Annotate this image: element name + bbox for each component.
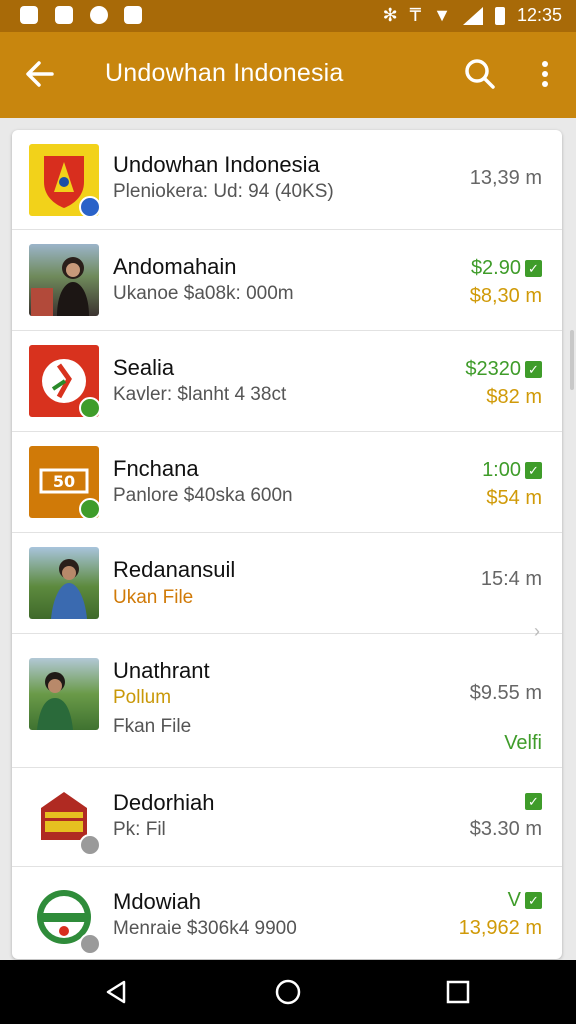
photo-thumbnail <box>29 658 99 730</box>
item-distance: $82 m <box>486 386 542 408</box>
list-item[interactable]: Mdowiah Menraie $306k4 9900 V ✓ 13,962 m <box>12 867 562 959</box>
notification-icon <box>124 6 142 24</box>
item-subtitle: Pollum <box>113 687 172 708</box>
logo-thumbnail <box>29 144 99 216</box>
scrollbar[interactable] <box>570 330 574 390</box>
nav-back-icon[interactable] <box>100 976 132 1008</box>
check-icon: ✓ <box>525 462 542 480</box>
check-icon: ✓ <box>525 793 542 811</box>
status-icons: ✻ ₸ ▼ 12:35 <box>383 5 562 26</box>
check-icon: ✓ <box>525 260 542 278</box>
location-badge-icon <box>79 196 99 216</box>
item-subtitle: Menraie $306k4 9900 <box>113 918 297 939</box>
list-item[interactable]: Andomahain Ukanoe $a08k: 000m $2.90 ✓ $8,… <box>12 230 562 331</box>
logo-thumbnail: 50 <box>29 446 99 518</box>
logo-thumbnail <box>29 881 99 953</box>
item-subtitle: Pleniokera: Ud: 94 (40KS) <box>113 181 334 202</box>
item-subtitle: Kavler: $lanht 4 38ct <box>113 384 287 405</box>
list-item[interactable]: Redanansuil Ukan File 15:4 m › <box>12 533 562 641</box>
item-price: $2.90 ✓ <box>471 257 542 280</box>
signal-icon <box>462 6 483 25</box>
list-item[interactable]: Undowhan Indonesia Pleniokera: Ud: 94 (4… <box>12 130 562 230</box>
list-item[interactable]: Unathrant Pollum Fkan File $9.55 m Velfi <box>12 634 562 768</box>
status-bar: ✻ ₸ ▼ 12:35 <box>0 0 576 32</box>
nav-home-icon[interactable] <box>272 976 304 1008</box>
notification-icon <box>20 6 38 24</box>
photo-thumbnail <box>29 547 99 619</box>
search-icon[interactable] <box>460 54 500 94</box>
item-name: Sealia <box>113 355 175 380</box>
item-distance: 13,39 m <box>469 167 542 189</box>
more-vertical-icon[interactable] <box>530 54 560 94</box>
verified-badge-icon <box>79 498 99 518</box>
verified-badge-icon <box>79 397 99 417</box>
item-distance: $9.55 m <box>469 682 542 704</box>
item-status: V ✓ <box>508 889 542 912</box>
notification-icon <box>55 6 73 24</box>
item-name: Mdowiah <box>113 889 202 914</box>
item-name: Undowhan Indonesia <box>113 152 320 177</box>
item-file: Fkan File <box>113 716 192 737</box>
pending-badge-icon <box>79 834 99 854</box>
item-name: Unathrant <box>113 658 210 683</box>
logo-thumbnail <box>29 782 99 854</box>
pending-badge-icon <box>79 933 99 953</box>
item-status: ✓ <box>521 790 542 813</box>
wifi-icon: ▼ <box>433 5 451 25</box>
list-item[interactable]: 50 Fnchana Panlore $40ska 600n 1:00 ✓ $54… <box>12 432 562 533</box>
arrow-left-icon[interactable] <box>20 54 60 94</box>
item-distance: 15:4 m <box>480 568 542 590</box>
item-price: $2320 ✓ <box>465 358 542 381</box>
item-distance: 13,962 m <box>458 917 542 939</box>
sync-icon: ₸ <box>409 5 422 25</box>
notification-icon <box>90 6 108 24</box>
item-name: Redanansuil <box>113 557 236 582</box>
system-nav-bar <box>0 960 576 1024</box>
nfc-icon: ✻ <box>382 5 398 25</box>
nav-recents-icon[interactable] <box>442 976 474 1008</box>
item-price: $3.30 m <box>469 818 542 840</box>
app-bar: Undowhan Indonesia <box>0 32 576 118</box>
item-distance: $54 m <box>486 487 542 509</box>
check-icon: ✓ <box>525 361 542 379</box>
item-name: Fnchana <box>113 456 199 481</box>
item-subtitle: Ukanoe $a08k: 000m <box>113 283 294 304</box>
item-subtitle: Pk: Fil <box>113 819 166 840</box>
item-price: 1:00 ✓ <box>482 459 542 482</box>
item-status: Velfi <box>504 732 542 754</box>
item-name: Andomahain <box>113 254 237 279</box>
results-list: Undowhan Indonesia Pleniokera: Ud: 94 (4… <box>12 130 562 959</box>
logo-thumbnail <box>29 345 99 417</box>
item-subtitle: Ukan File <box>113 587 194 608</box>
list-item[interactable]: Sealia Kavler: $lanht 4 38ct $2320 ✓ $82 … <box>12 331 562 432</box>
item-distance: $8,30 m <box>469 285 542 307</box>
clock: 12:35 <box>516 5 562 25</box>
item-subtitle: Panlore $40ska 600n <box>113 485 293 506</box>
battery-icon <box>494 6 505 25</box>
item-name: Dedorhiah <box>113 790 215 815</box>
check-icon: ✓ <box>525 892 542 910</box>
svg-text:50: 50 <box>53 472 75 491</box>
page-title: Undowhan Indonesia <box>105 59 344 87</box>
list-item[interactable]: Dedorhiah Pk: Fil ✓ $3.30 m <box>12 768 562 867</box>
photo-thumbnail <box>29 244 99 316</box>
